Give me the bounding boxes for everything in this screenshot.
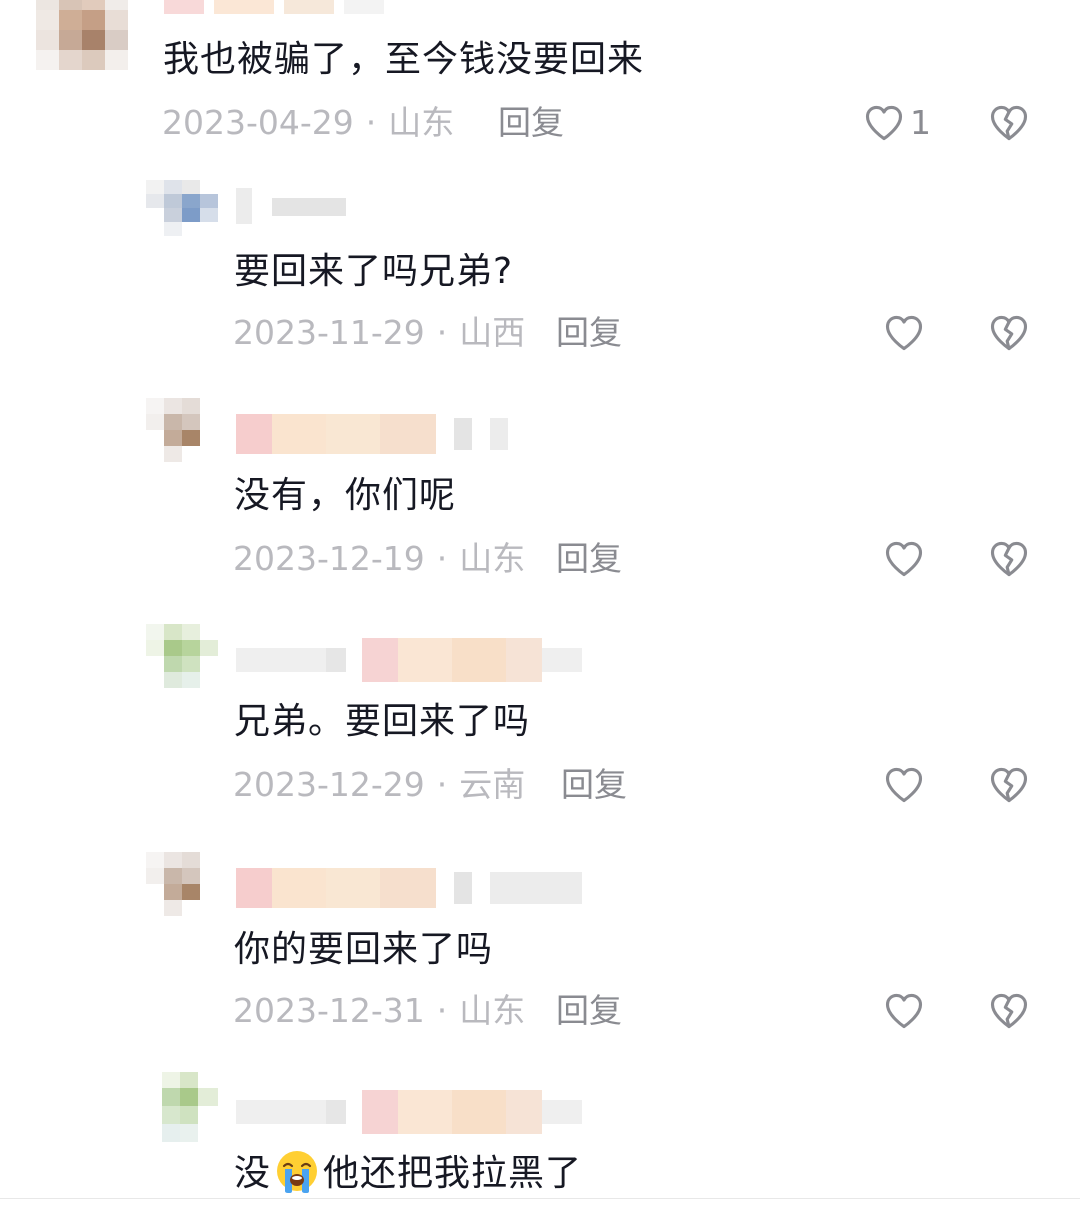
comment-meta: 2023-12-29 · 云南 — [233, 765, 525, 805]
comment-date: 2023-12-19 — [233, 539, 425, 578]
comment-text-part: 他还把我拉黑了 — [323, 1153, 583, 1194]
reply-item: 没有，你们呢 2023-12-19 · 山东 回复 — [0, 398, 1080, 598]
reply-item: 没 他还把我拉黑了 — [0, 1072, 1080, 1211]
username[interactable] — [236, 868, 586, 908]
username[interactable] — [164, 0, 384, 14]
broken-heart-icon[interactable] — [987, 537, 1031, 581]
reply-item: 你的要回来了吗 2023-12-31 · 山东 回复 — [0, 852, 1080, 1052]
reply-button[interactable]: 回复 — [556, 991, 622, 1031]
username[interactable] — [236, 414, 526, 454]
comment-meta: 2023-12-19 · 山东 — [233, 539, 525, 579]
like-count: 1 — [910, 103, 931, 142]
meta-separator: · — [436, 765, 448, 804]
broken-heart-icon[interactable] — [987, 989, 1031, 1033]
heart-outline-icon[interactable] — [862, 101, 906, 145]
comment-date: 2023-11-29 — [233, 313, 425, 352]
reply-button[interactable]: 回复 — [498, 103, 564, 143]
comment-date: 2023-12-31 — [233, 991, 425, 1030]
comment-location: 山西 — [459, 313, 526, 352]
comment-item: 我也被骗了，至今钱没要回来 2023-04-29 · 山东 回复 1 — [0, 0, 1080, 150]
comment-text: 你的要回来了吗 — [234, 929, 494, 970]
comment-text: 我也被骗了，至今钱没要回来 — [163, 39, 645, 80]
loudly-crying-face-emoji — [277, 1151, 318, 1193]
reply-button[interactable]: 回复 — [561, 765, 627, 805]
heart-outline-icon[interactable] — [882, 763, 926, 807]
broken-heart-icon[interactable] — [987, 101, 1031, 145]
reply-item: 兄弟。要回来了吗 2023-12-29 · 云南 回复 — [0, 624, 1080, 824]
divider — [0, 1198, 1080, 1199]
broken-heart-icon[interactable] — [987, 311, 1031, 355]
comment-text: 没 他还把我拉黑了 — [234, 1151, 583, 1197]
comment-text: 没有，你们呢 — [234, 475, 457, 516]
reply-item: 要回来了吗兄弟? 2023-11-29 · 山西 回复 — [0, 180, 1080, 380]
comment-location: 云南 — [459, 765, 526, 804]
comment-meta: 2023-11-29 · 山西 — [233, 313, 525, 353]
heart-outline-icon[interactable] — [882, 311, 926, 355]
avatar[interactable] — [146, 398, 218, 462]
reply-button[interactable]: 回复 — [556, 539, 622, 579]
comment-date: 2023-04-29 — [162, 103, 354, 142]
comment-location: 山东 — [459, 539, 526, 578]
comment-text: 要回来了吗兄弟? — [234, 251, 514, 292]
comment-location: 山东 — [459, 991, 526, 1030]
avatar[interactable] — [146, 180, 218, 236]
reply-button[interactable]: 回复 — [556, 313, 622, 353]
comment-text: 兄弟。要回来了吗 — [234, 701, 531, 742]
meta-separator: · — [436, 313, 448, 352]
comment-location: 山东 — [388, 103, 455, 142]
meta-separator: · — [365, 103, 377, 142]
username[interactable] — [236, 638, 586, 682]
comment-meta: 2023-12-31 · 山东 — [233, 991, 525, 1031]
broken-heart-icon[interactable] — [987, 763, 1031, 807]
comment-meta: 2023-04-29 · 山东 — [162, 103, 454, 143]
avatar[interactable] — [146, 852, 218, 916]
avatar[interactable] — [162, 1072, 218, 1142]
heart-outline-icon[interactable] — [882, 989, 926, 1033]
heart-outline-icon[interactable] — [882, 537, 926, 581]
username[interactable] — [236, 188, 346, 224]
avatar[interactable] — [36, 0, 128, 70]
comment-date: 2023-12-29 — [233, 765, 425, 804]
avatar[interactable] — [146, 624, 218, 688]
comment-text-part: 没 — [234, 1153, 272, 1194]
meta-separator: · — [436, 991, 448, 1030]
username[interactable] — [236, 1090, 586, 1134]
meta-separator: · — [436, 539, 448, 578]
